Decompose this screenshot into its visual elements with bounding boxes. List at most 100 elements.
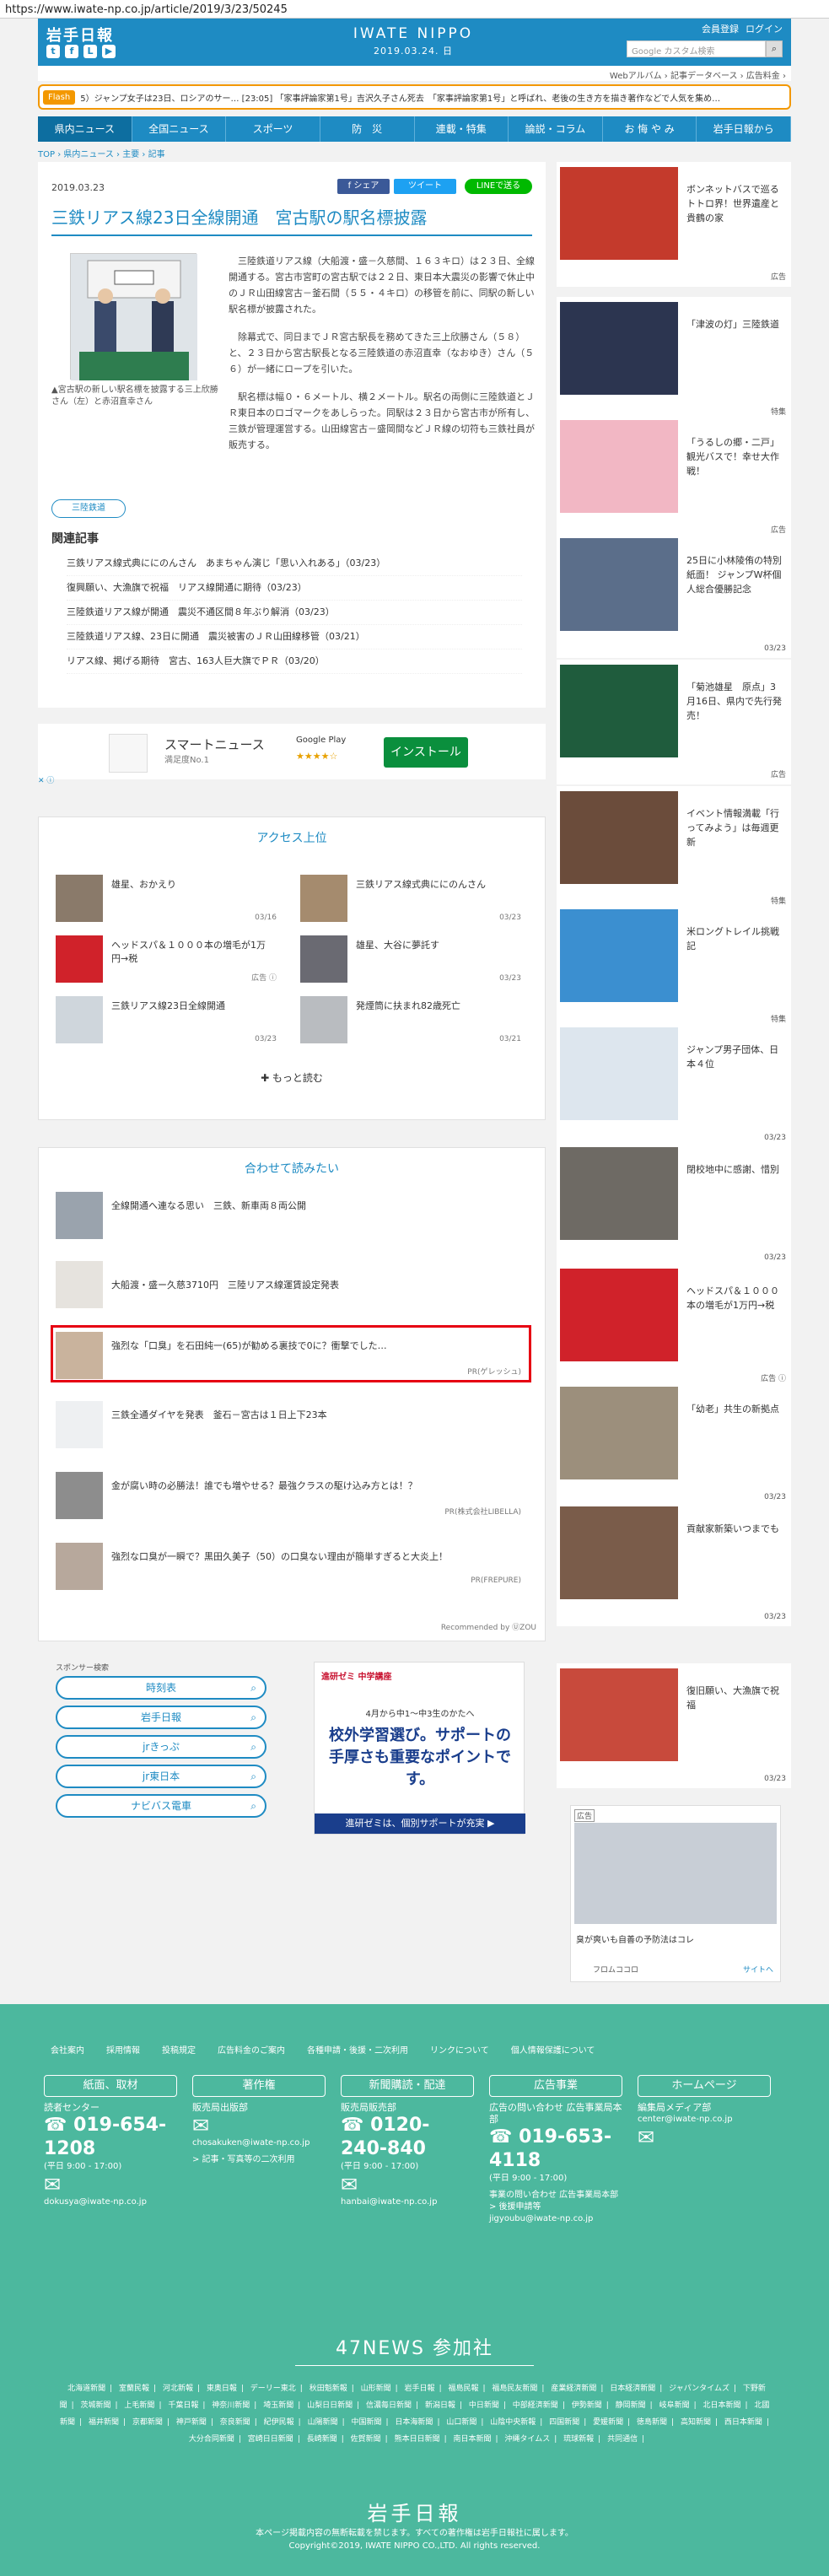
sidebar-item[interactable]: ボンネットバスで巡るトトロ界！世界遺産と貴鶴の家 広告 (557, 162, 791, 287)
partner-paper-link[interactable]: 茨城新聞 (81, 2401, 111, 2410)
sponsor-keyword-button[interactable]: 岩手日報 ⌕ (56, 1706, 266, 1729)
line-share-button[interactable]: LINEで送る (465, 179, 532, 194)
line-icon[interactable]: L (83, 45, 97, 58)
partner-paper-link[interactable]: 西日本新聞 (724, 2418, 762, 2427)
partner-paper-link[interactable]: 北海道新聞 (67, 2385, 105, 2393)
ad-close-icon[interactable]: ✕ ⓘ (38, 774, 54, 785)
footer-email[interactable]: dokusya@iwate-np.co.jp (44, 2196, 177, 2208)
ad-site-link[interactable]: サイトへ (743, 1964, 773, 1975)
article-photo[interactable] (70, 253, 197, 380)
partner-paper-link[interactable]: 北日本新聞 (702, 2401, 740, 2410)
recommend-credit[interactable]: Recommended by ⓊZOU (441, 1621, 536, 1632)
ranking-item[interactable]: 三鉄リアス線23日全線開通 03/23 (56, 996, 277, 1043)
nav-from-nippo[interactable]: 岩手日報から (697, 116, 791, 142)
related-item[interactable]: リアス線、掲げる期待 宮古、163人巨大旗でＰＲ（03/20） (67, 649, 522, 674)
partner-paper-link[interactable]: 四国新聞 (549, 2418, 579, 2427)
footer-logo[interactable]: 岩手日報 (0, 2497, 829, 2526)
subnav-adrates[interactable]: 広告料金 (746, 72, 780, 81)
related-item[interactable]: 復興願い、大漁旗で祝福 リアス線開通に期待（03/23） (67, 576, 522, 601)
partner-paper-link[interactable]: 琉球新報 (563, 2435, 594, 2444)
partner-paper-link[interactable]: 埼玉新聞 (263, 2401, 293, 2410)
sidebar-item[interactable]: 「菊池雄星 原点」3月16日、県内で先行発売！ 広告 (557, 660, 791, 784)
ranking-item[interactable]: 三鉄リアス線式典ににのんさん 03/23 (300, 875, 521, 922)
partner-paper-link[interactable]: 神奈川新聞 (212, 2401, 250, 2410)
partner-paper-link[interactable]: 産業経済新聞 (551, 2385, 596, 2393)
recommend-item[interactable]: 金が腐い時の必勝法！誰でも増やせる？最強クラスの駆け込み方とは！？ PR(株式会… (56, 1472, 528, 1522)
nav-obituaries[interactable]: お 悔 や み (603, 116, 697, 142)
footer-email[interactable]: center@iwate-np.co.jp (638, 2114, 771, 2126)
ranking-item[interactable]: ヘッドスパ＆１０００本の増毛が1万円→税 広告 ⓘ (56, 935, 277, 983)
phone-number[interactable]: ☎ 019-654-1208 (44, 2114, 177, 2161)
nav-prefecture-news[interactable]: 県内ニュース (38, 116, 132, 142)
facebook-share-button[interactable]: f シェア (337, 179, 390, 194)
sidebar-ad[interactable]: 広告 臭が爽いも自善の予防法はコレ フロムココロ サイトへ (570, 1805, 781, 1982)
sponsor-keyword-button[interactable]: jr東日本 ⌕ (56, 1765, 266, 1788)
partner-paper-link[interactable]: 山口新聞 (446, 2418, 476, 2427)
footer-email[interactable]: jigyoubu@iwate-np.co.jp (489, 2213, 622, 2225)
sidebar-item[interactable]: 「津波の灯」三陸鉄道 特集 (557, 297, 791, 422)
sidebar-item[interactable]: 「うるしの郷・二戸」観光バスで！幸せ大作戦！ 広告 (557, 415, 791, 540)
mail-icon[interactable]: ✉ (341, 2173, 474, 2196)
twitter-icon[interactable]: t (46, 45, 60, 58)
partner-paper-link[interactable]: 佐賀新聞 (351, 2435, 381, 2444)
related-item[interactable]: 三陸鉄道リアス線、23日に開通 震災被害のＪＲ山田線移管（03/21） (67, 625, 522, 649)
mail-icon[interactable]: ✉ (44, 2173, 177, 2196)
ranking-item[interactable]: 雄星、大谷に夢託す 03/23 (300, 935, 521, 983)
youtube-icon[interactable]: ▶ (102, 45, 116, 58)
flash-text[interactable]: 5）ジャンプ女子は23日、ロシアのサー… [23:05] 「家事評論家第1号」吉… (80, 91, 720, 104)
recommend-item[interactable]: 全線開通へ連なる思い 三鉄、新車両８両公開 (56, 1192, 528, 1242)
footer-email[interactable]: hanbai@iwate-np.co.jp (341, 2196, 474, 2208)
partner-paper-link[interactable]: デーリー東北 (250, 2385, 296, 2393)
tag-sanriku-tetsudo[interactable]: 三陸鉄道 (51, 499, 126, 518)
partner-paper-link[interactable]: 大分合同新聞 (189, 2435, 234, 2444)
partner-paper-link[interactable]: 伊勢新聞 (572, 2401, 602, 2410)
nav-editorial[interactable]: 論説・コラム (509, 116, 603, 142)
partner-paper-link[interactable]: 静岡新聞 (616, 2401, 646, 2410)
footer-link[interactable]: 各種申請・後援・二次利用 (307, 2043, 408, 2056)
sidebar-item[interactable]: 25日に小林陵侑の特別紙面！ ジャンプW杯個人総合優勝記念 03/23 (557, 533, 791, 658)
partner-paper-link[interactable]: 山形新聞 (361, 2385, 391, 2393)
facebook-icon[interactable]: f (65, 45, 78, 58)
related-item[interactable]: 三鉄リアス線式典ににのんさん あまちゃん演じ「思い入れある」（03/23） (67, 552, 522, 576)
partner-paper-link[interactable]: 高知新聞 (681, 2418, 711, 2427)
partner-paper-link[interactable]: 信濃毎日新聞 (366, 2401, 412, 2410)
partner-paper-link[interactable]: 共同通信 (607, 2435, 638, 2444)
partner-paper-link[interactable]: 奈良新聞 (220, 2418, 250, 2427)
partner-paper-link[interactable]: 福井新聞 (89, 2418, 119, 2427)
app-ad[interactable]: スマートニュース 満足度No.1 Google Play ★★★★☆ インストー… (38, 724, 546, 779)
subnav-album[interactable]: Webアルバム (610, 72, 662, 81)
breadcrumb[interactable]: TOP › 県内ニュース › 主要 › 記事 (38, 147, 165, 159)
search-input[interactable]: Google カスタム検索 (627, 40, 766, 57)
partner-paper-link[interactable]: 山陽新聞 (308, 2418, 338, 2427)
nav-disaster[interactable]: 防 災 (320, 116, 415, 142)
twitter-share-button[interactable]: ツイート (394, 179, 456, 194)
site-logo[interactable]: 岩手日報 (46, 24, 114, 46)
footer-link[interactable]: 採用情報 (106, 2043, 140, 2056)
partner-paper-link[interactable]: 南日本新聞 (453, 2435, 491, 2444)
sidebar-item[interactable]: 復旧願い、大漁旗で祝福 03/23 (557, 1663, 791, 1788)
partner-paper-link[interactable]: 岐阜新聞 (659, 2401, 690, 2410)
footer-link[interactable]: 個人情報保護について (511, 2043, 595, 2056)
partner-paper-link[interactable]: 千葉日報 (168, 2401, 198, 2410)
partner-paper-link[interactable]: 長崎新聞 (307, 2435, 337, 2444)
partner-paper-link[interactable]: 山梨日日新聞 (307, 2401, 353, 2410)
recommend-item[interactable]: 強烈な口臭が一瞬で？黒田久美子（50）の口臭ない理由が簡単すぎると大炎上！ PR… (56, 1543, 528, 1593)
partner-paper-link[interactable]: 上毛新聞 (124, 2401, 154, 2410)
partner-paper-link[interactable]: 中国新聞 (352, 2418, 382, 2427)
footer-extra-link[interactable]: 事業の問い合わせ 広告事業局本部 > 後援申請等 (489, 2190, 622, 2213)
partner-paper-link[interactable]: 沖縄タイムス (504, 2435, 550, 2444)
partner-paper-link[interactable]: ジャパンタイムズ (669, 2385, 729, 2393)
sidebar-item[interactable]: 米ロングトレイル挑戦記 特集 (557, 904, 791, 1029)
subnav-database[interactable]: 記事データベース (670, 72, 738, 81)
nav-features[interactable]: 連載・特集 (415, 116, 509, 142)
nav-national-news[interactable]: 全国ニュース (132, 116, 227, 142)
flash-ticker[interactable]: Flash 5）ジャンプ女子は23日、ロシアのサー… [23:05] 「家事評論… (38, 84, 791, 110)
search-icon[interactable]: ⌕ (766, 40, 783, 57)
mail-icon[interactable]: ✉ (192, 2114, 326, 2137)
mail-icon[interactable]: ✉ (638, 2126, 771, 2149)
partner-paper-link[interactable]: 宮崎日日新聞 (248, 2435, 293, 2444)
sidebar-item[interactable]: 「幼老」共生の新拠点 03/23 (557, 1382, 791, 1506)
partner-paper-link[interactable]: 新潟日報 (425, 2401, 455, 2410)
related-item[interactable]: 三陸鉄道リアス線が開通 震災不通区間８年ぶり解消（03/23） (67, 601, 522, 625)
footer-link[interactable]: 投稿規定 (162, 2043, 196, 2056)
